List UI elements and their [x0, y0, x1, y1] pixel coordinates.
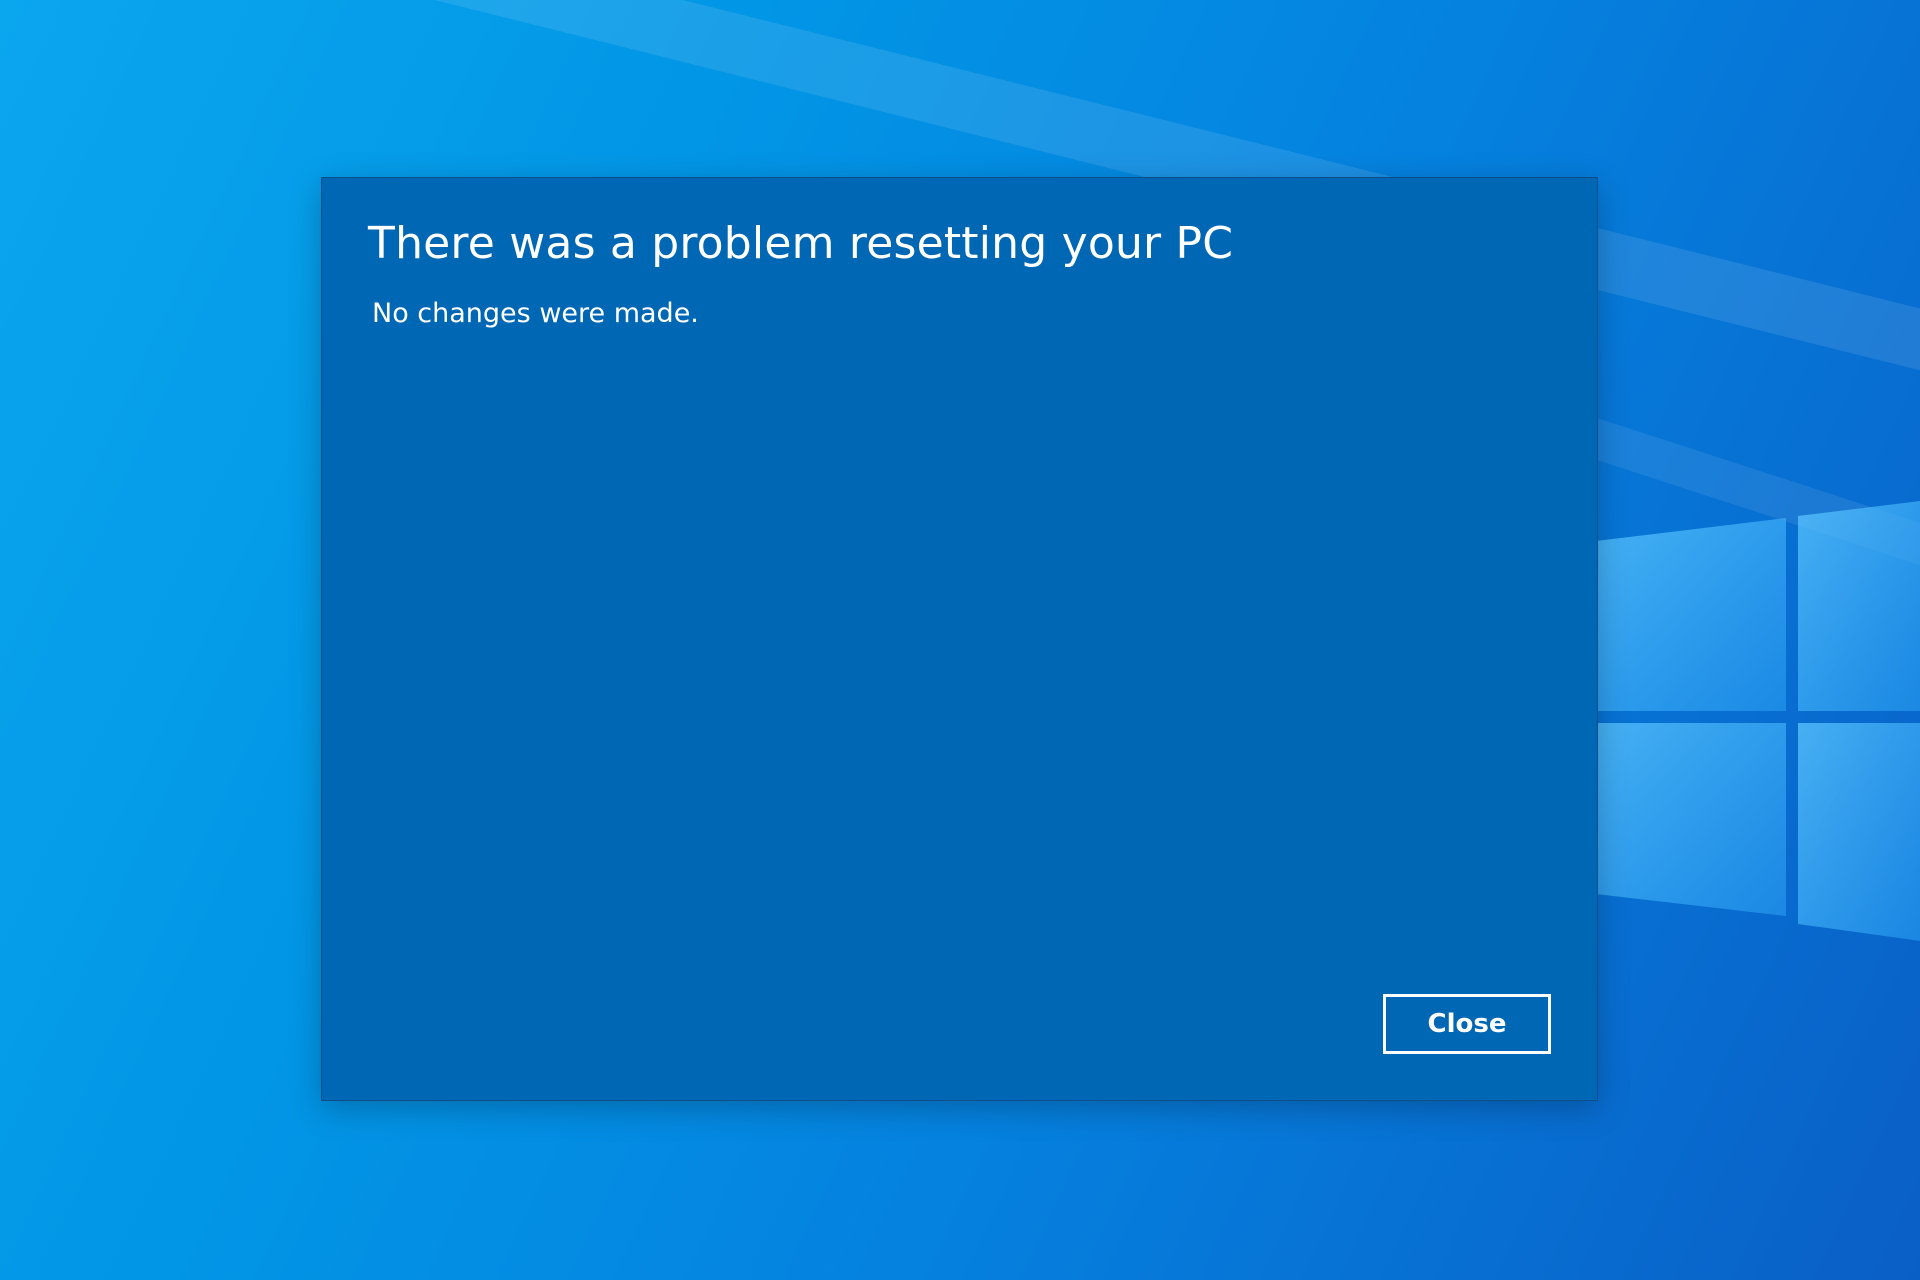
dialog-title: There was a problem resetting your PC — [368, 218, 1234, 269]
windows-logo-icon — [1596, 501, 1920, 941]
dialog-message: No changes were made. — [372, 298, 699, 329]
close-button[interactable]: Close — [1383, 994, 1551, 1054]
reset-error-dialog: There was a problem resetting your PC No… — [322, 178, 1597, 1100]
